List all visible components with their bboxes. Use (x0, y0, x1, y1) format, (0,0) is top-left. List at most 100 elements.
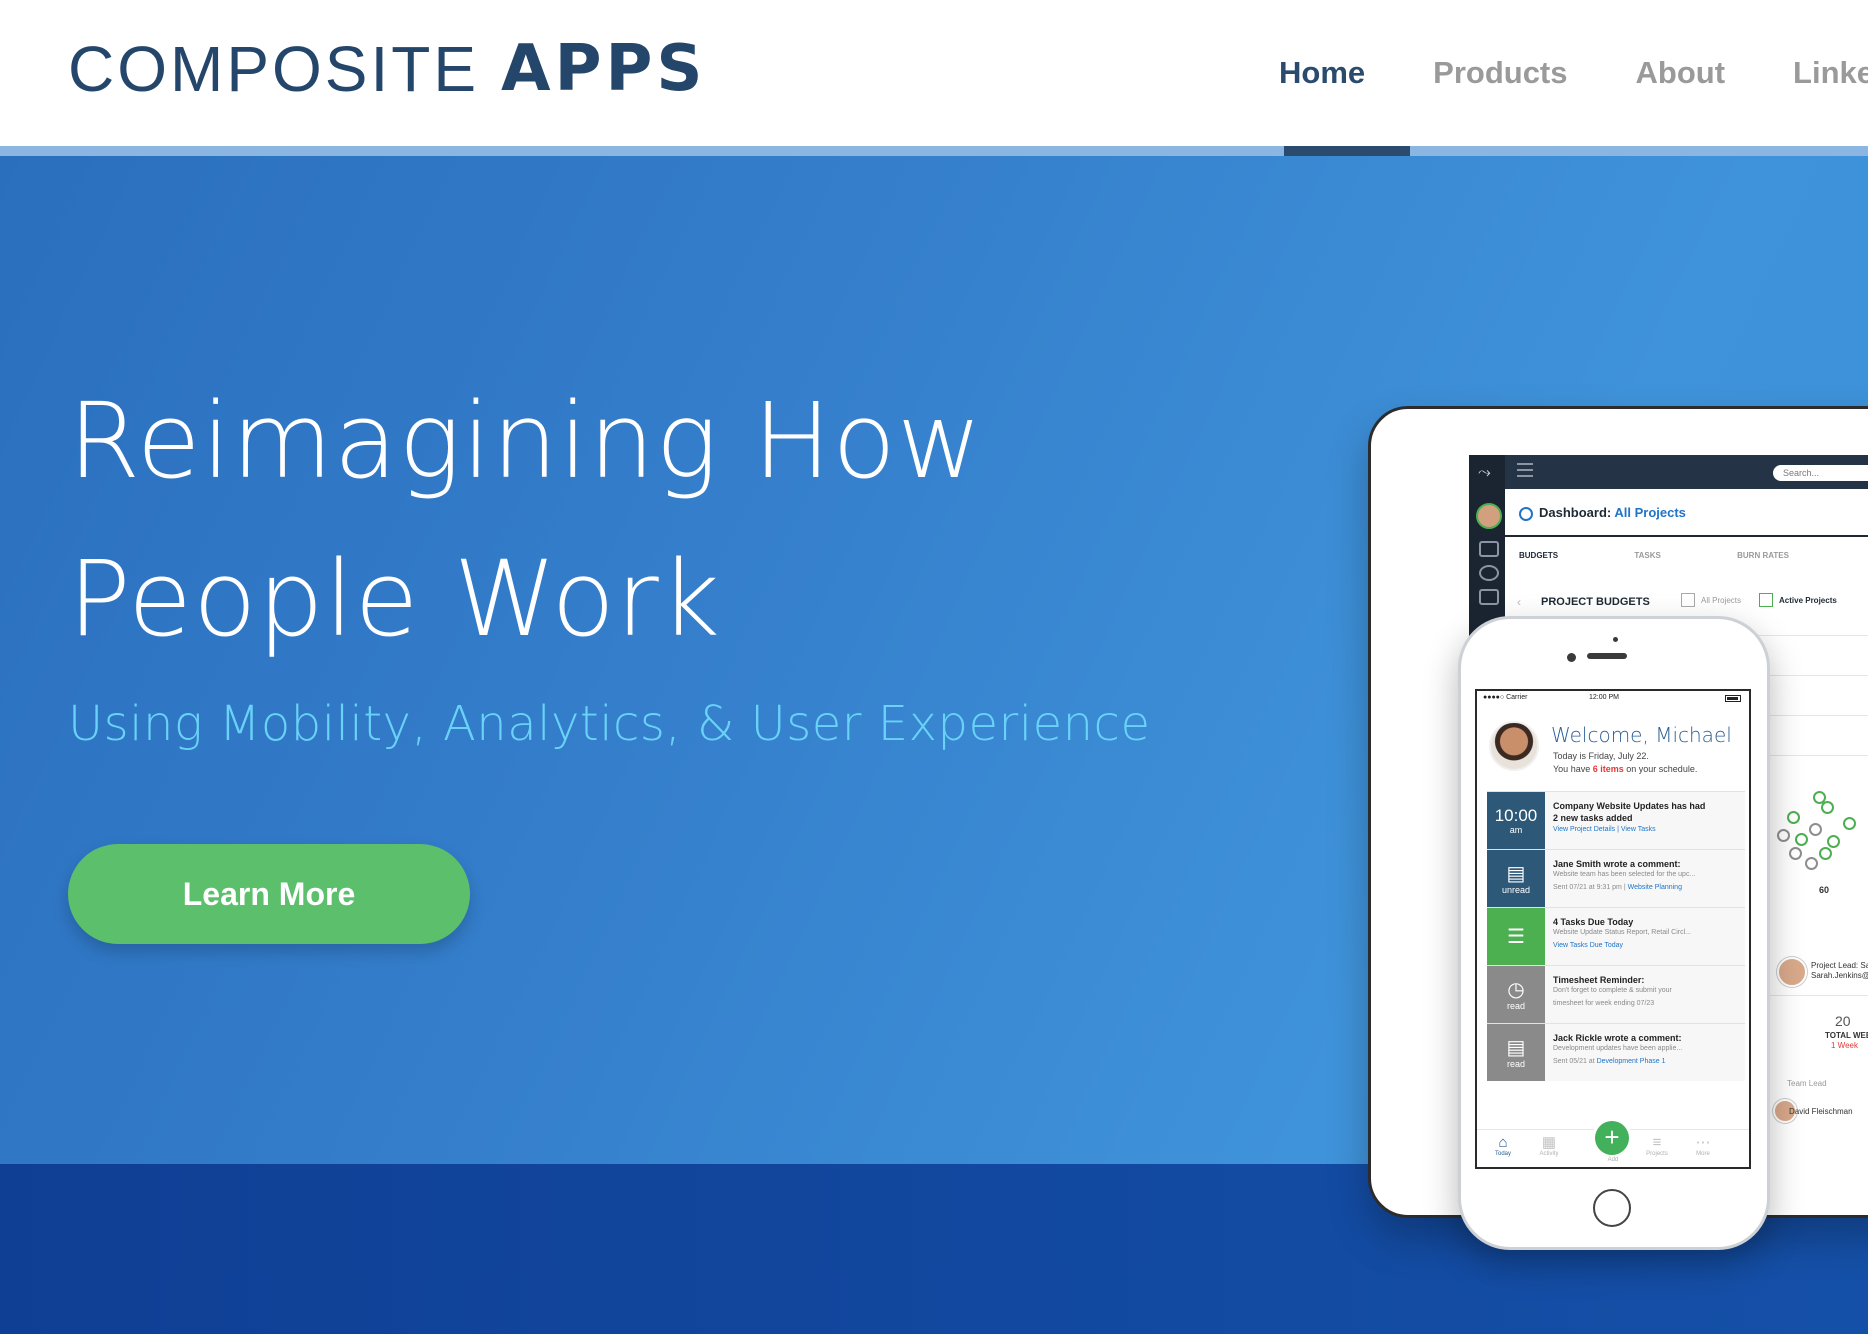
tab-label: Today (1494, 1151, 1511, 1157)
hero-subtitle: Using Mobility, Analytics, & User Experi… (68, 696, 1151, 752)
nav-linkedin[interactable]: Linke (1759, 0, 1868, 146)
grid-icon (1479, 541, 1499, 557)
comment-icon: ▤ (1506, 1036, 1526, 1059)
hero-title-line1: Reimagining How (68, 380, 983, 502)
label-all-projects: All Projects (1701, 596, 1742, 605)
scatter-point (1827, 835, 1840, 848)
project-lead-label: Project Lead: Sara (1811, 961, 1868, 970)
tab-projects[interactable]: ≡ Projects (1637, 1135, 1677, 1158)
feed-desc: Development updates have been applie... (1553, 1045, 1683, 1052)
tablet-tabs: BUDGETS TASKS BURN RATES (1519, 551, 1863, 560)
breadcrumb-prefix: Dashboard: (1539, 505, 1612, 520)
home-button[interactable] (1593, 1189, 1631, 1227)
tab-more[interactable]: ⋯ More (1683, 1135, 1723, 1158)
checkbox-all-projects[interactable] (1681, 593, 1695, 607)
tile-time: 10:00 (1494, 805, 1538, 825)
tile-sub: read (1506, 1000, 1525, 1011)
menu-icon (1517, 463, 1533, 465)
feed-meta-text: Sent 05/21 at (1553, 1058, 1595, 1065)
tab-activity[interactable]: ▦ Activity (1529, 1135, 1569, 1158)
feed-meta: Sent 05/21 at Development Phase 1 (1553, 1058, 1666, 1065)
nav-active-indicator (1284, 146, 1410, 156)
tablet-search-input[interactable]: Search... (1773, 465, 1868, 481)
site-header: COMPOSITE APPS Home Products About Linke (0, 0, 1868, 146)
divider (1505, 535, 1868, 537)
feed-link[interactable]: View Tasks Due Today (1553, 942, 1623, 949)
phone-screen: ●●●●○ Carrier 12:00 PM Welcome, Michael … (1475, 689, 1751, 1169)
home-icon: ⌂ (1498, 1134, 1508, 1151)
tablet-topbar: Search... (1505, 455, 1868, 489)
main-nav: Home Products About Linke (1245, 0, 1868, 146)
feed-item[interactable]: 10:00 am Company Website Updates has had… (1487, 791, 1745, 849)
tile-sub: am (1509, 824, 1523, 835)
comment-tile: ▤ read (1487, 1024, 1545, 1081)
back-icon[interactable] (1519, 506, 1533, 521)
project-lead-email: Sarah.Jenkins@co (1811, 971, 1868, 980)
tab-label: Projects (1646, 1151, 1668, 1157)
tab-budgets[interactable]: BUDGETS (1519, 551, 1558, 560)
chevron-left-icon[interactable]: ‹ (1517, 595, 1521, 609)
eye-icon (1479, 565, 1499, 581)
learn-more-button[interactable]: Learn More (68, 844, 470, 944)
feed-desc: Don't forget to complete & submit your (1553, 987, 1672, 994)
tab-burn-rates[interactable]: BURN RATES (1737, 551, 1789, 560)
schedule-prefix: You have (1553, 764, 1591, 774)
scatter-point (1787, 811, 1800, 824)
scatter-point (1805, 857, 1818, 870)
brand-logo[interactable]: COMPOSITE APPS (68, 32, 706, 106)
breadcrumb-link[interactable]: All Projects (1614, 505, 1686, 520)
feed-item[interactable]: ▤ unread Jane Smith wrote a comment: Web… (1487, 849, 1745, 907)
tab-today[interactable]: ⌂ Today (1483, 1134, 1523, 1158)
checkbox-active-projects[interactable] (1759, 593, 1773, 607)
axis-tick-label: 60 (1819, 885, 1830, 895)
phone-mockup: ●●●●○ Carrier 12:00 PM Welcome, Michael … (1458, 616, 1770, 1250)
feed-link[interactable]: Website Planning (1628, 884, 1682, 891)
feed-link[interactable]: View Project Details | View Tasks (1553, 826, 1656, 833)
user-avatar (1476, 503, 1502, 529)
feed-title: Jack Rickle wrote a comment: (1553, 1033, 1682, 1043)
nav-products[interactable]: Products (1399, 0, 1601, 146)
schedule-suffix: on your schedule. (1626, 764, 1698, 774)
time-tile: 10:00 am (1487, 792, 1545, 849)
device-icon (1479, 589, 1499, 605)
phone-status-bar: ●●●●○ Carrier 12:00 PM (1477, 691, 1749, 707)
feed-meta: View Project Details | View Tasks (1553, 826, 1656, 833)
carrier-label: ●●●●○ Carrier (1483, 694, 1528, 701)
feed-desc: Website team has been selected for the u… (1553, 871, 1696, 878)
date-line: Today is Friday, July 22. (1553, 751, 1649, 761)
phone-camera (1567, 653, 1576, 662)
battery-icon (1725, 695, 1741, 702)
feed-item[interactable]: ▤ read Jack Rickle wrote a comment: Deve… (1487, 1023, 1745, 1081)
tab-add[interactable]: Add (1593, 1157, 1633, 1163)
tile-sub: read (1506, 1058, 1525, 1069)
clock-icon: ◷ (1507, 978, 1525, 1001)
feed-meta: timesheet for week ending 07/23 (1553, 1000, 1655, 1007)
feed-title: Company Website Updates has had (1553, 801, 1706, 811)
tab-label: More (1696, 1151, 1710, 1157)
schedule-line: You have 6 items on your schedule. (1553, 764, 1697, 774)
feed-meta: View Tasks Due Today (1553, 942, 1623, 949)
tab-label: Add (1607, 1157, 1619, 1163)
add-button[interactable]: + (1595, 1121, 1629, 1155)
label-active-projects: Active Projects (1779, 596, 1837, 605)
feed-meta: Sent 07/21 at 9:31 pm | Website Planning (1553, 884, 1682, 891)
feed-item[interactable]: ◷ read Timesheet Reminder: Don't forget … (1487, 965, 1745, 1023)
stat-value: 20 (1835, 1013, 1851, 1029)
tab-tasks[interactable]: TASKS (1634, 551, 1661, 560)
project-lead-avatar (1777, 957, 1807, 987)
nav-home[interactable]: Home (1245, 0, 1399, 146)
nav-about[interactable]: About (1602, 0, 1760, 146)
feed-title: Jane Smith wrote a comment: (1553, 859, 1681, 869)
stat-label: TOTAL WEE (1825, 1031, 1868, 1040)
feed-title: 4 Tasks Due Today (1553, 917, 1634, 927)
phone-sensor (1613, 637, 1618, 642)
comment-icon: ▤ (1506, 862, 1526, 885)
feed-item[interactable]: ☰ 4 Tasks Due Today Website Update Statu… (1487, 907, 1745, 965)
tab-label: Activity (1539, 1151, 1559, 1157)
tablet-breadcrumb: Dashboard: All Projects (1519, 505, 1686, 521)
stat-alert: 1 Week (1831, 1041, 1858, 1050)
logo-text-light: COMPOSITE (68, 33, 480, 105)
clock-label: 12:00 PM (1589, 694, 1619, 701)
feed-link[interactable]: Development Phase 1 (1597, 1058, 1666, 1065)
feed-meta-text: Sent 07/21 at 9:31 pm | (1553, 884, 1626, 891)
